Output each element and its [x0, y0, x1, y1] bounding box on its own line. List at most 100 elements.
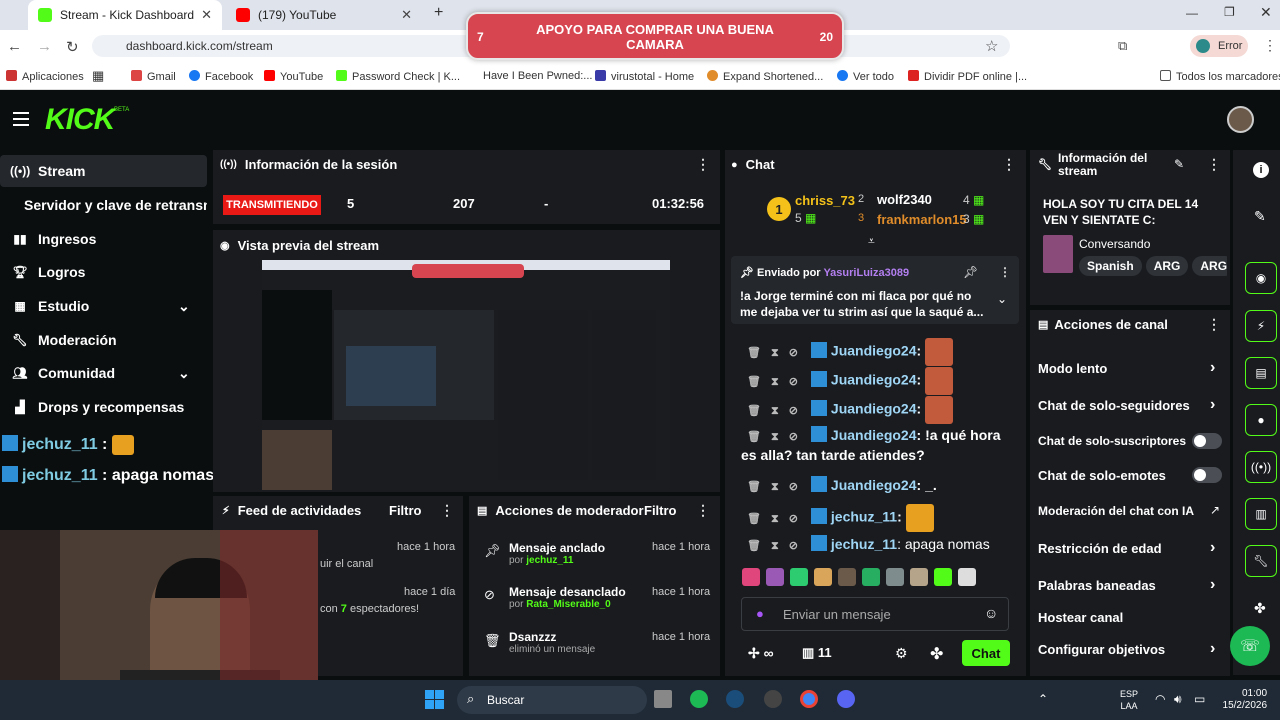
extensions-icon[interactable]: ⧉	[1118, 38, 1127, 54]
chat-bubble-icon[interactable]: ●	[1245, 404, 1277, 436]
sidebar-item-drops[interactable]: ▟ Drops y recompensas	[0, 391, 207, 423]
avatar[interactable]	[1227, 106, 1254, 133]
camera-icon[interactable]: ◉	[1245, 262, 1277, 294]
collapse-icon[interactable]: ⩡	[868, 234, 875, 249]
wifi-icon[interactable]: ◠	[1155, 692, 1165, 706]
category-thumbnail[interactable]	[1043, 235, 1073, 273]
mod-filter-button[interactable]: Filtro	[644, 503, 677, 518]
leaderboard-user[interactable]: wolf2340	[877, 192, 932, 207]
gear-icon[interactable]: ⚙	[895, 645, 908, 662]
document-icon[interactable]: ▤	[1245, 357, 1277, 389]
sidebar-item-stream[interactable]: ((•)) Stream	[0, 155, 207, 187]
forward-icon[interactable]: →	[37, 38, 52, 55]
sidebar-item-income[interactable]: ▮▮ Ingresos	[0, 223, 207, 255]
chevron-up-icon[interactable]: ⌃	[1038, 692, 1048, 706]
action-slow-mode[interactable]: Modo lento	[1038, 361, 1107, 376]
support-button[interactable]: ☏	[1230, 626, 1270, 666]
maximize-button[interactable]: ❐	[1224, 5, 1235, 19]
chevron-right-icon[interactable]: ›	[1210, 359, 1215, 377]
menu-icon[interactable]: ⋮	[1263, 37, 1277, 54]
sidebar-item-moderation[interactable]: 🔧︎ Moderación	[0, 324, 207, 356]
clock[interactable]: 01:00 15/2/2026	[1214, 688, 1268, 712]
action-banned-words[interactable]: Palabras baneadas	[1038, 578, 1156, 593]
task-view-icon[interactable]	[654, 690, 672, 708]
chevron-down-icon[interactable]: ⌄	[997, 292, 1007, 306]
tab-kick[interactable]: Stream - Kick Dashboard ✕	[28, 0, 222, 30]
emotes-only-toggle[interactable]	[1192, 467, 1222, 483]
bookmark-expand[interactable]: Expand Shortened...	[707, 70, 823, 83]
bookmark-youtube[interactable]: YouTube	[264, 70, 323, 83]
steam-icon[interactable]	[726, 690, 744, 708]
more-icon[interactable]: ⋮	[1207, 316, 1221, 333]
action-followers-only[interactable]: Chat de solo-seguidores	[1038, 398, 1190, 413]
channel-points[interactable]: ✢ ∞	[748, 645, 774, 662]
discord-icon[interactable]	[837, 690, 855, 708]
category-name[interactable]: Conversando	[1079, 237, 1150, 251]
bookmark-hibp[interactable]: Have I Been Pwned:...	[483, 70, 592, 82]
subscribers-only-toggle[interactable]	[1192, 433, 1222, 449]
sidebar-item-studio[interactable]: ▦ Estudio ⌄	[0, 290, 207, 322]
app-icon[interactable]	[764, 690, 782, 708]
bookmark-password-check[interactable]: Password Check | K...	[336, 70, 460, 83]
emoji-icon[interactable]: ☺	[984, 605, 998, 621]
volume-icon[interactable]: 🔊︎	[1174, 692, 1182, 707]
sidebar-item-community[interactable]: 👥︎ Comunidad ⌄	[0, 357, 207, 389]
tag[interactable]: ARG	[1192, 256, 1227, 276]
more-icon[interactable]: ⋮	[696, 502, 710, 519]
window-close-button[interactable]: ✕	[1260, 4, 1272, 21]
action-configure-goals[interactable]: Configurar objetivos	[1038, 642, 1165, 657]
bookmark-virustotal[interactable]: virustotal - Home	[595, 70, 694, 83]
more-icon[interactable]: ⋮	[440, 502, 454, 519]
send-chat-button[interactable]: Chat	[962, 640, 1010, 666]
minimize-button[interactable]: —	[1186, 6, 1198, 20]
emote-bar[interactable]	[742, 568, 1012, 590]
taskbar-search[interactable]: ⌕ Buscar	[457, 686, 647, 714]
chevron-right-icon[interactable]: ›	[1210, 576, 1215, 594]
feed-filter-button[interactable]: Filtro	[389, 503, 422, 518]
broadcast-icon[interactable]: ((•))	[1245, 451, 1277, 483]
reload-icon[interactable]: ↻	[66, 38, 79, 56]
stream-preview-video[interactable]	[262, 260, 670, 490]
close-icon[interactable]: ✕	[401, 7, 412, 23]
more-icon[interactable]: ⋮	[999, 265, 1011, 279]
tab-youtube[interactable]: (179) YouTube ✕	[226, 0, 422, 30]
bookmark-pdf[interactable]: Dividir PDF online |...	[908, 70, 1027, 83]
edit-icon[interactable]: ✎	[1254, 208, 1266, 225]
battery-icon[interactable]: ▭	[1194, 692, 1205, 706]
tag[interactable]: Spanish	[1079, 256, 1142, 276]
star-icon[interactable]: ☆	[985, 37, 998, 55]
leaderboard-user[interactable]: frankmarlon15	[877, 212, 967, 227]
sidebar-item-server-key[interactable]: Servidor y clave de retransm	[0, 189, 207, 221]
action-age-restriction[interactable]: Restricción de edad	[1038, 541, 1162, 556]
new-tab-button[interactable]: +	[434, 4, 443, 22]
bookmark-facebook[interactable]: Facebook	[189, 70, 253, 83]
action-ai-moderation[interactable]: Moderación del chat con IA	[1038, 504, 1194, 518]
action-host-channel[interactable]: Hostear canal	[1038, 610, 1123, 625]
language-indicator[interactable]: ESP LAA	[1120, 688, 1138, 712]
chevron-right-icon[interactable]: ›	[1210, 396, 1215, 414]
edit-icon[interactable]: ✎	[1174, 157, 1184, 171]
layout-icon[interactable]: ▥	[1245, 498, 1277, 530]
leaderboard-user[interactable]: chriss_73	[795, 193, 855, 208]
info-icon[interactable]: i	[1253, 162, 1269, 178]
bookmark-ver-todo[interactable]: Ver todo	[837, 70, 894, 83]
chat-input[interactable]: ● Enviar un mensaje ☺	[741, 597, 1009, 631]
grid-icon[interactable]: ▦	[92, 68, 104, 84]
spotify-icon[interactable]	[690, 690, 708, 708]
chrome-icon[interactable]	[800, 690, 818, 708]
more-icon[interactable]: ⋮	[1002, 156, 1016, 173]
kick-logo[interactable]: KICK	[45, 103, 115, 137]
back-icon[interactable]: ←	[7, 38, 22, 55]
profile-button[interactable]: Error	[1190, 35, 1248, 57]
pin-icon[interactable]: 📌︎	[963, 265, 978, 279]
bookmark-gmail[interactable]: Gmail	[131, 70, 176, 83]
windows-start-icon[interactable]	[425, 690, 445, 710]
bookmark-apps[interactable]: Aplicaciones	[6, 70, 84, 83]
more-icon[interactable]: ⋮	[696, 156, 710, 173]
puzzle-icon[interactable]: ✤	[930, 644, 943, 664]
sidebar-item-achievements[interactable]: 🏆︎ Logros	[0, 256, 207, 288]
gift-count[interactable]: ▥ 11	[802, 645, 832, 661]
bolt-icon[interactable]: ⚡︎	[1245, 310, 1277, 342]
hamburger-menu-icon[interactable]	[13, 112, 29, 130]
tag[interactable]: ARG	[1145, 256, 1189, 276]
